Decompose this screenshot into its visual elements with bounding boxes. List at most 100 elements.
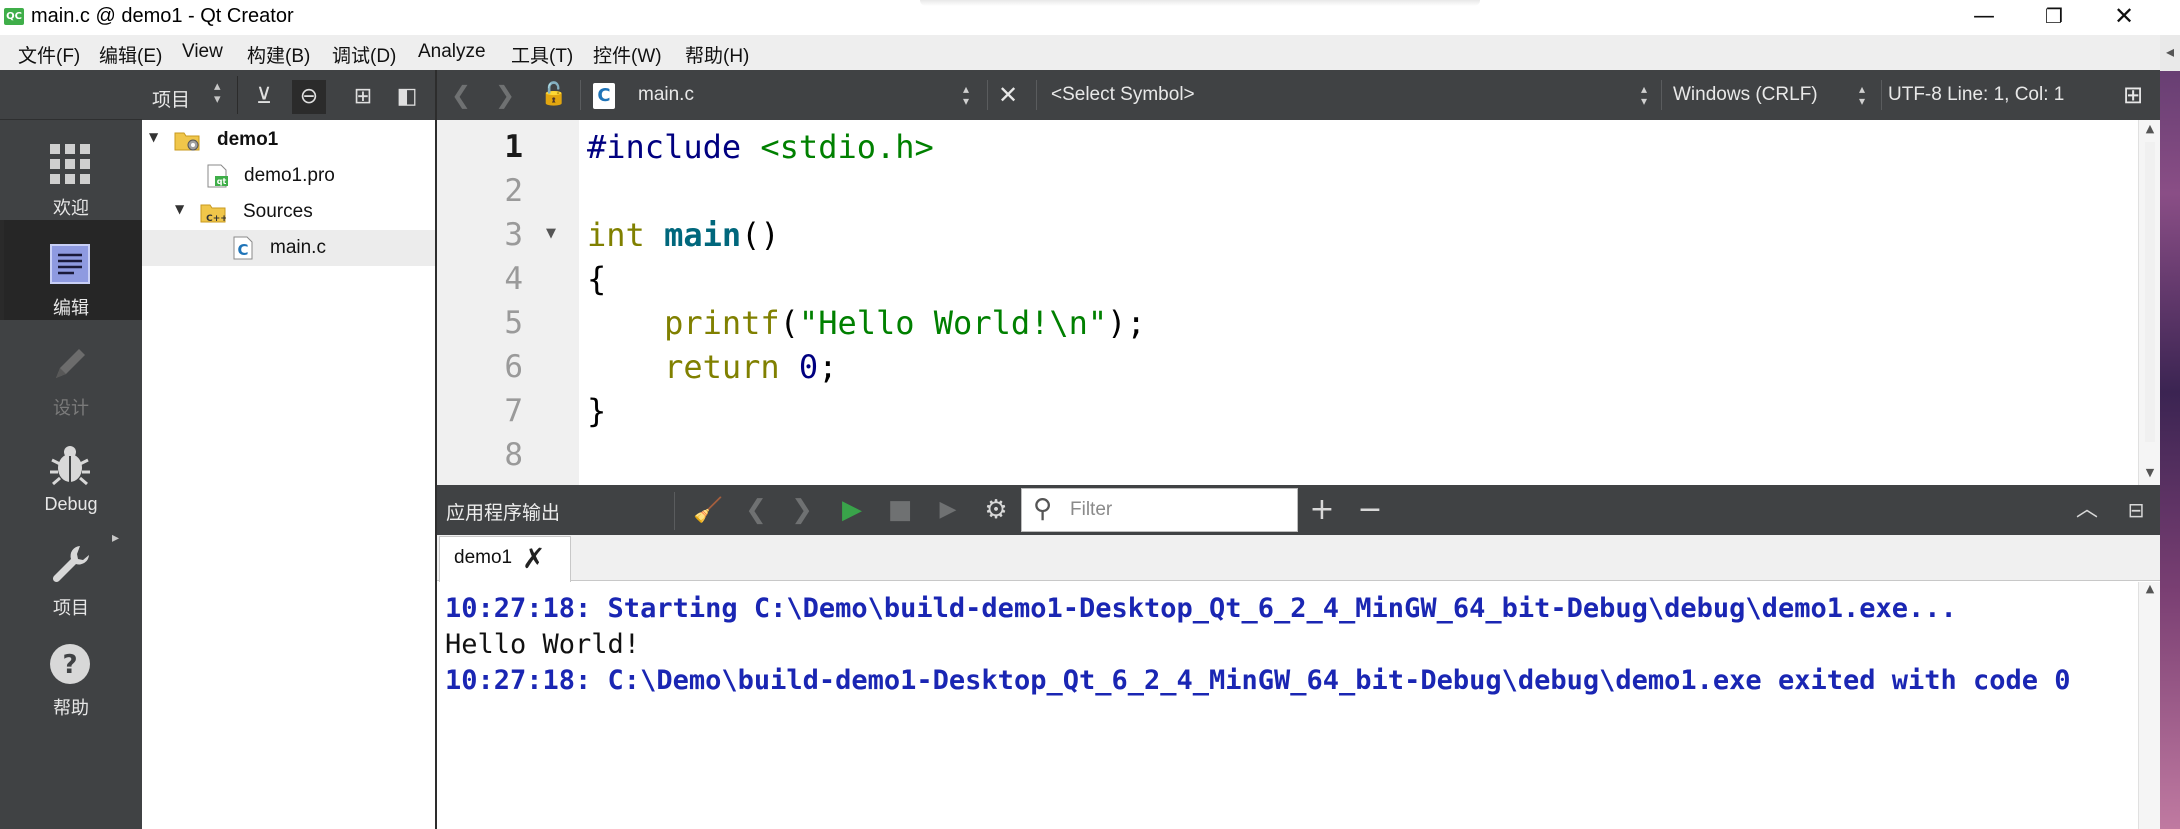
rerun-play-icon[interactable]: ▶ [832,485,872,535]
settings-gear-icon[interactable]: ⚙ [976,485,1016,535]
minimize-button[interactable]: — [1949,0,2019,35]
collapse-arrow-icon[interactable]: ▼ [149,130,158,144]
symbol-selector[interactable]: <Select Symbol> [1051,70,1195,120]
lock-icon[interactable]: 🔓 [540,70,567,120]
output-scrollbar[interactable]: ▲ [2138,582,2160,829]
output-line: 10:27:18: Starting C:\Demo\build-demo1-D… [445,593,1957,624]
next-item-icon[interactable]: ❯ [782,485,822,535]
line-number: 6 [504,349,523,385]
mode-welcome-label: 欢迎 [53,198,89,218]
filter-input[interactable] [1070,495,1290,525]
collapse-arrow-icon[interactable]: ▼ [175,202,184,216]
close-document-icon[interactable]: ✕ [998,70,1018,120]
document-edit-icon [50,244,90,284]
updown-arrows-icon[interactable]: ▴ ▾ [214,80,221,106]
line-number: 4 [504,261,523,297]
code-token: #include [587,128,742,166]
split-editor-icon[interactable]: ⊞ [2123,70,2143,120]
project-view-selector[interactable]: 项目 [152,85,190,112]
c-file-icon: C [233,236,253,260]
mode-debug-label: Debug [44,494,98,514]
line-number: 1 [504,129,523,165]
mode-edit-label: 编辑 [53,298,89,318]
code-line-7: } [587,392,606,430]
line-number: 8 [504,437,523,473]
code-token: ); [1107,304,1146,342]
code-line-5: printf("Hello World!\n"); [587,304,1146,342]
mode-debug[interactable]: Debug [0,420,142,520]
pane-splitter[interactable] [435,70,437,829]
open-file-name[interactable]: main.c [638,70,694,120]
menu-help[interactable]: 帮助(H) [685,41,749,68]
line-endings-selector[interactable]: Windows (CRLF) [1673,70,1818,120]
code-token: ( [779,304,799,342]
mode-projects[interactable]: 项目 [0,520,142,620]
fold-arrow-icon[interactable]: ▼ [546,226,556,241]
code-line-1: #include <stdio.h> [587,128,934,166]
menu-edit[interactable]: 编辑(E) [99,41,162,68]
scroll-up-arrow-icon[interactable]: ▲ [2139,122,2161,135]
zoom-out-minus-icon[interactable]: − [1350,485,1390,535]
line-number: 7 [504,393,523,429]
qt-pro-file-icon: qt [207,164,228,188]
menu-build[interactable]: 构建(B) [247,41,310,68]
mode-design[interactable]: 设计 [0,320,142,420]
mode-welcome[interactable]: 欢迎 [0,120,142,220]
menu-controls[interactable]: 控件(W) [593,41,662,68]
previous-item-icon[interactable]: ❮ [736,485,776,535]
updown-arrows-icon[interactable]: ▴ ▾ [1859,83,1865,107]
bug-icon [50,446,90,486]
code-token: ; [818,348,838,386]
maximize-pane-chevron-icon[interactable]: ︿ [2067,485,2107,535]
toolbar-separator [987,80,988,110]
mode-selector: 欢迎 编辑 设计 Debug ▸ 项目 ? 帮助 [0,70,142,829]
window-title: main.c @ demo1 - Qt Creator [31,5,294,27]
tree-item-pro-file[interactable]: qt demo1.pro [142,158,435,194]
menu-bar: 文件(F) 编辑(E) View 构建(B) 调试(D) Analyze 工具(… [0,35,2160,70]
code-token: <stdio.h> [741,128,934,166]
updown-arrows-icon[interactable]: ▴ ▾ [1641,83,1647,107]
source-folder-icon: C++ [200,204,226,224]
tree-item-label: main.c [270,237,326,258]
zoom-in-plus-icon[interactable]: + [1302,485,1342,535]
menu-tools[interactable]: 工具(T) [511,41,573,68]
link-with-editor-icon[interactable]: ⊖ [292,80,326,114]
clear-output-icon[interactable]: 🧹 [688,485,728,535]
restore-button[interactable]: ❐ [2019,0,2089,35]
code-token: main [664,216,742,254]
stop-icon[interactable]: ■ [880,485,920,535]
toolbar-separator [1881,80,1882,110]
code-token: } [587,392,607,430]
menu-file[interactable]: 文件(F) [18,41,80,68]
updown-arrows-icon[interactable]: ▴ ▾ [963,83,969,107]
tree-item-main-c[interactable]: C main.c [142,230,435,266]
close-window-button[interactable]: ✕ [2089,0,2159,35]
desktop-background-strip: ◂ [2160,35,2180,829]
editor-scrollbar[interactable]: ▲ ▼ [2138,120,2160,485]
scroll-down-arrow-icon[interactable]: ▼ [2139,466,2161,479]
attach-debugger-icon[interactable]: ▶ [928,485,968,535]
scrollbar-thumb[interactable] [2145,142,2155,442]
tree-item-project[interactable]: ▼ demo1 [142,122,435,158]
menu-debug[interactable]: 调试(D) [332,41,396,68]
search-icon: ⚲ [1033,494,1053,524]
line-number: 5 [504,305,523,341]
filter-tree-icon[interactable]: ⊻ [247,80,281,114]
scroll-up-arrow-icon[interactable]: ▲ [2139,582,2161,595]
nav-forward-icon[interactable]: ❯ [495,70,515,120]
mode-edit[interactable]: 编辑 [0,220,142,320]
tree-item-sources[interactable]: ▼ C++ Sources [142,194,435,230]
menu-analyze[interactable]: Analyze [418,41,486,63]
close-sidebar-icon[interactable]: ◧ [390,80,424,114]
menu-view[interactable]: View [182,41,223,63]
cursor-status[interactable]: UTF-8 Line: 1, Col: 1 [1888,70,2064,120]
hide-pane-icon[interactable]: ⊟ [2116,485,2156,535]
mode-help[interactable]: ? 帮助 [0,620,142,720]
grid-icon [50,144,90,184]
code-editor[interactable] [437,120,2138,485]
svg-text:C: C [237,241,248,259]
close-tab-icon[interactable]: ✗ [522,542,545,575]
code-token: () [741,216,780,254]
split-pane-icon[interactable]: ⊞ [346,80,380,114]
nav-back-icon[interactable]: ❮ [451,70,471,120]
